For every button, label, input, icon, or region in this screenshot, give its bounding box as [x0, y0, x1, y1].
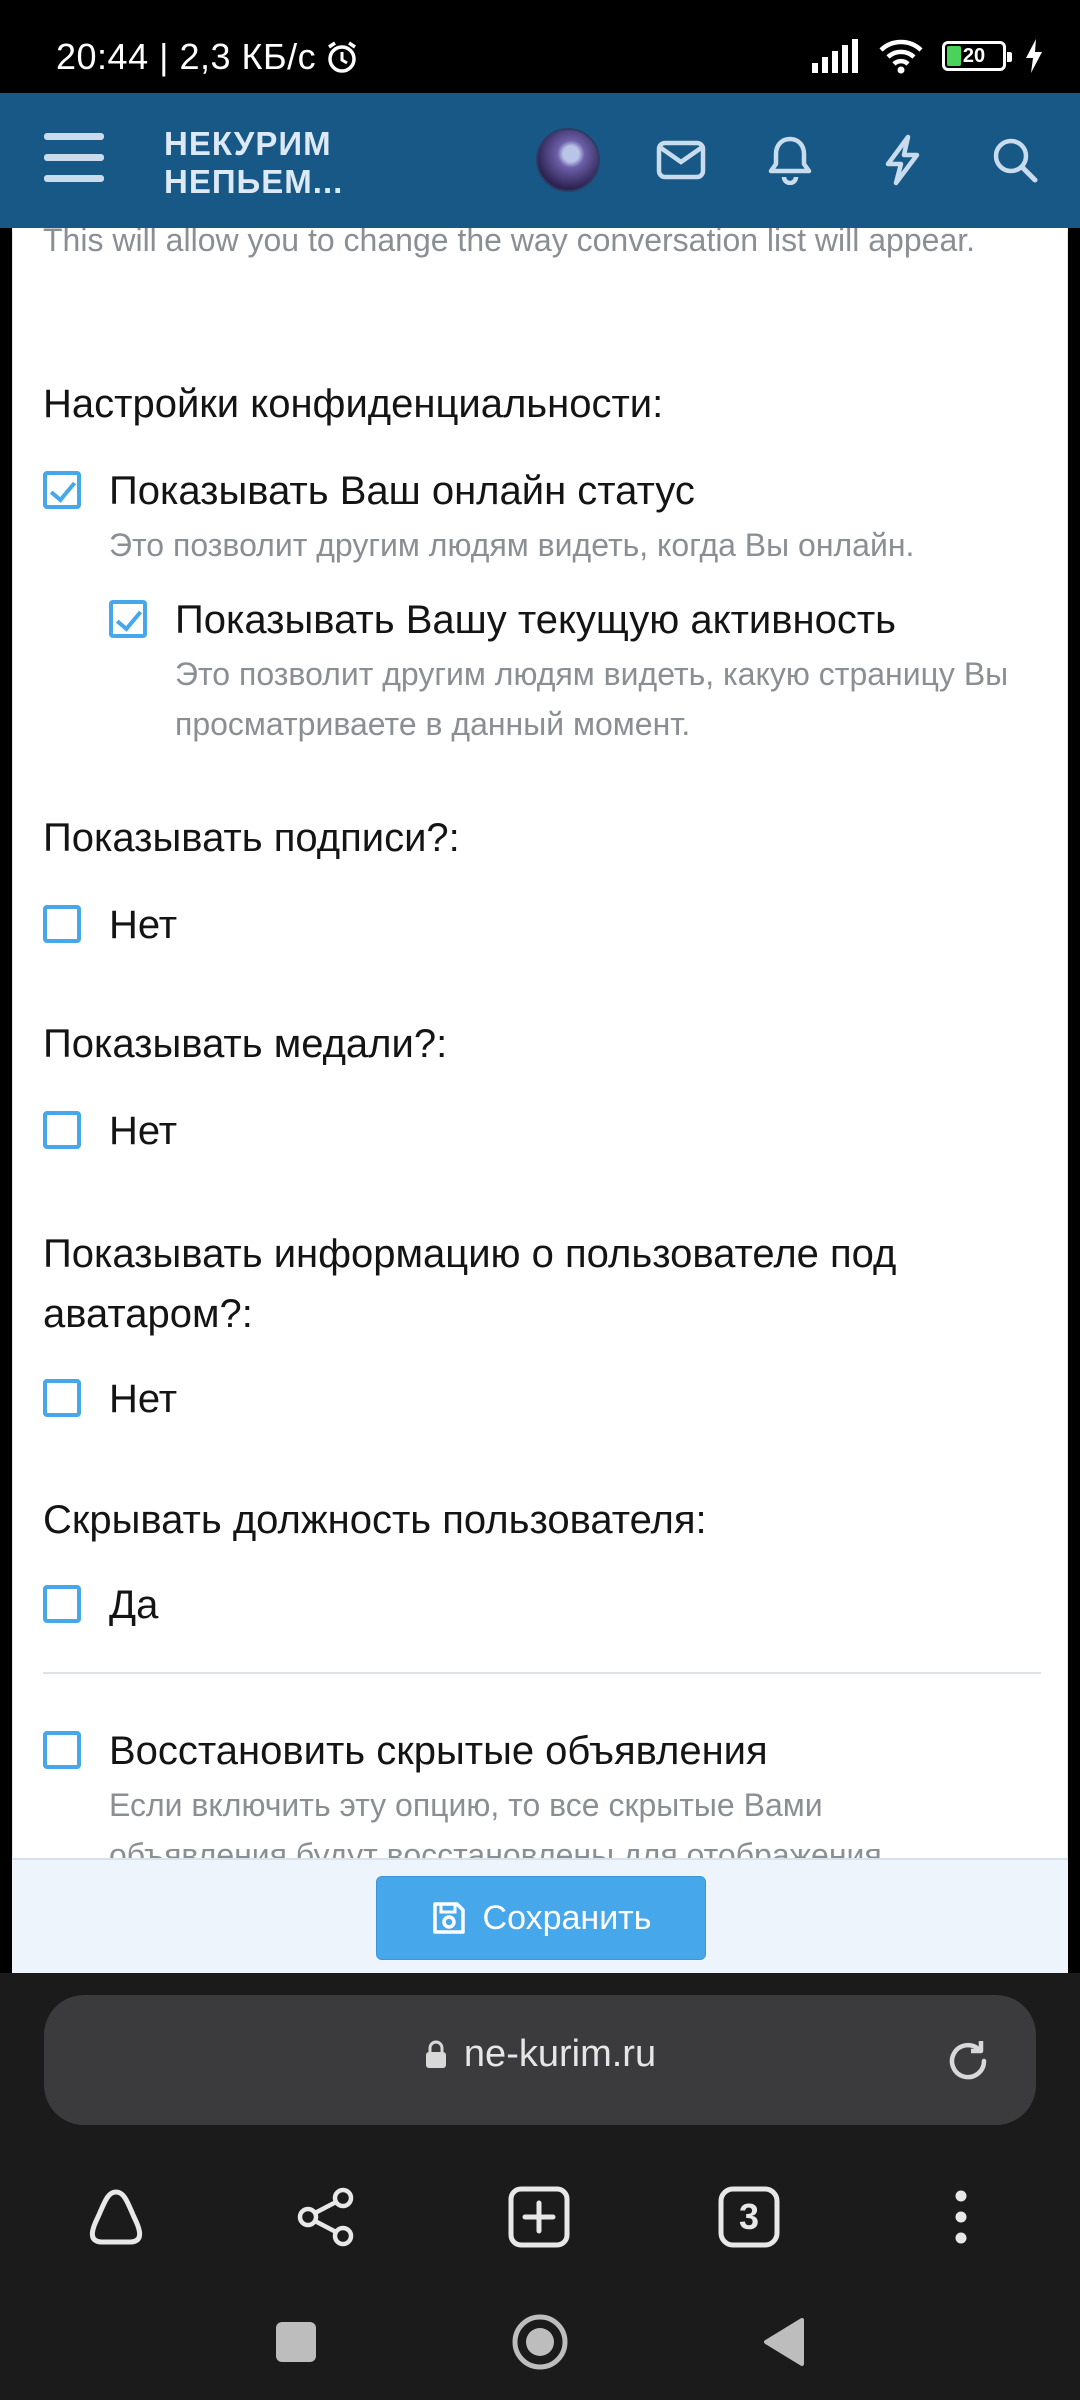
section-divider: [43, 1672, 1041, 1674]
hide-user-title-label: Да: [109, 1583, 159, 1627]
privacy-settings-title: Настройки конфиденциальности:: [43, 382, 664, 426]
bell-icon[interactable]: [757, 127, 823, 193]
restore-notices-label: Восстановить скрытые объявления: [109, 1729, 768, 1773]
show-signatures-label: Нет: [109, 903, 178, 947]
browser-toolbar: ne-kurim.ru 3: [0, 1973, 1080, 2400]
address-bar[interactable]: ne-kurim.ru: [44, 1995, 1036, 2125]
show-medals-checkbox[interactable]: [43, 1111, 81, 1149]
battery-icon: 20: [942, 41, 1012, 71]
logo-line-2: НЕПЬЕМ...: [164, 163, 344, 200]
lock-icon: [425, 2040, 446, 2068]
show-online-status-checkbox[interactable]: [43, 471, 81, 509]
hide-user-title-title: Скрывать должность пользователя:: [43, 1498, 707, 1542]
whats-new-bolt-icon[interactable]: [869, 127, 935, 193]
tabs-count: 3: [738, 2196, 760, 2237]
restore-notices-hint: Если включить эту опцию, то все скрытые …: [109, 1787, 891, 1858]
inbox-icon[interactable]: [648, 127, 714, 193]
share-icon[interactable]: [286, 2177, 366, 2257]
preferences-form: This will allow you to change the way co…: [12, 228, 1068, 1858]
save-icon: [432, 1902, 465, 1934]
show-activity-label: Показывать Вашу текущую активность: [175, 598, 896, 642]
status-bar: 20:44 | 2,3 КБ/с 20: [0, 0, 1080, 93]
url-text: ne-kurim.ru: [463, 2033, 657, 2075]
show-activity-hint: Это позволит другим людям видеть, какую …: [175, 656, 1009, 742]
site-header: НЕКУРИМ НЕПЬЕМ...: [0, 93, 1080, 228]
restore-notices-option[interactable]: Восстановить скрытые объявления Если вкл…: [43, 1728, 1043, 1858]
show-signatures-title: Показывать подписи?:: [43, 816, 460, 860]
home-icon[interactable]: [76, 2177, 156, 2257]
show-signatures-option[interactable]: Нет: [43, 902, 177, 948]
form-submit-bar: Сохранить: [12, 1858, 1068, 1973]
system-home-icon[interactable]: [500, 2302, 580, 2382]
restore-notices-checkbox[interactable]: [43, 1731, 81, 1769]
status-right: 20: [810, 38, 1044, 74]
status-left: 20:44 | 2,3 КБ/с: [56, 36, 360, 78]
system-navigation-bar: [0, 2308, 1080, 2378]
user-avatar[interactable]: [536, 128, 600, 192]
status-time-speed: 20:44 | 2,3 КБ/с: [56, 36, 317, 77]
show-activity-checkbox[interactable]: [109, 600, 147, 638]
reload-icon[interactable]: [940, 2033, 996, 2089]
show-userinfo-label: Нет: [109, 1377, 178, 1421]
logo-line-1: НЕКУРИМ: [164, 125, 332, 162]
show-medals-title: Показывать медали?:: [43, 1022, 448, 1066]
menu-icon[interactable]: [44, 133, 104, 185]
signal-icon: [812, 39, 858, 73]
alarm-icon: [328, 41, 357, 73]
show-medals-label: Нет: [109, 1109, 178, 1153]
conversation-list-hint: This will allow you to change the way co…: [43, 228, 976, 258]
save-button[interactable]: Сохранить: [376, 1876, 706, 1960]
new-tab-icon[interactable]: [499, 2177, 579, 2257]
show-online-status-label: Показывать Ваш онлайн статус: [109, 469, 695, 513]
show-online-status-hint: Это позволит другим людям видеть, когда …: [109, 527, 915, 563]
browser-nav-row: 3: [0, 2163, 1080, 2273]
show-userinfo-title: Показывать информацию о пользователе под…: [43, 1232, 897, 1336]
show-activity-option[interactable]: Показывать Вашу текущую активность Это п…: [109, 597, 1039, 749]
show-online-status-option[interactable]: Показывать Ваш онлайн статус Это позволи…: [43, 468, 914, 570]
battery-level: 20: [962, 44, 986, 67]
hide-user-title-option[interactable]: Да: [43, 1582, 158, 1628]
recents-icon[interactable]: [256, 2302, 336, 2382]
show-userinfo-checkbox[interactable]: [43, 1379, 81, 1417]
more-menu-icon[interactable]: [921, 2177, 1001, 2257]
hide-user-title-checkbox[interactable]: [43, 1585, 81, 1623]
save-button-label: Сохранить: [482, 1898, 652, 1937]
search-icon[interactable]: [982, 127, 1048, 193]
charging-icon: [1026, 39, 1042, 73]
show-signatures-checkbox[interactable]: [43, 905, 81, 943]
site-logo[interactable]: НЕКУРИМ НЕПЬЕМ...: [164, 125, 343, 201]
show-userinfo-option[interactable]: Нет: [43, 1376, 177, 1422]
wifi-icon: [879, 39, 923, 74]
show-medals-option[interactable]: Нет: [43, 1108, 177, 1154]
back-icon[interactable]: [744, 2302, 824, 2382]
tabs-counter-icon[interactable]: 3: [709, 2177, 789, 2257]
